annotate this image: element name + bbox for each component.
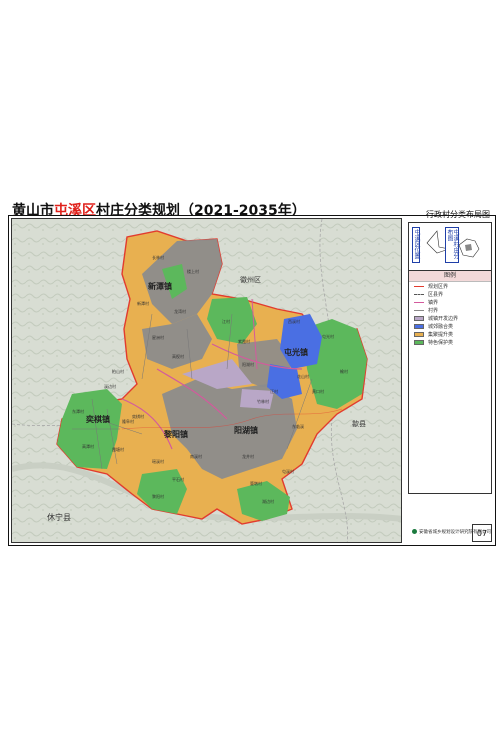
village-label: 篁墩村: [250, 481, 262, 486]
legend-item: 镇界: [414, 299, 491, 306]
legend-label: 集聚提升类: [428, 332, 454, 338]
village-label: 楼上村: [187, 269, 199, 274]
legend-label: 镇界: [428, 300, 439, 306]
legend-swatch: [414, 286, 424, 287]
region-label-southwest: 休宁县: [47, 513, 71, 522]
legend-swatch: [414, 324, 424, 329]
village-label: 星洲村: [152, 335, 164, 340]
village-label: 东临溪: [292, 424, 304, 429]
village-label: 长林村: [152, 255, 164, 260]
village-label: 东潭村: [72, 409, 84, 414]
legend-item: 集聚提升类: [414, 331, 491, 338]
village-label: 龙井村: [242, 454, 254, 459]
village-label: 屯光村: [322, 334, 334, 339]
legend-swatch: [414, 340, 424, 345]
village-label: 汪村: [270, 389, 278, 394]
village-label: 黎阳村: [152, 494, 164, 499]
village-label: 高枧村: [172, 354, 184, 359]
village-label: 瑶溪村: [152, 459, 164, 464]
village-label: 榆村: [340, 369, 348, 374]
location-label-b: 屯溪村庄分布图: [445, 227, 459, 263]
legend-item: 特色保护类: [414, 339, 491, 346]
legend-swatch: [414, 310, 424, 311]
legend-swatch: [414, 316, 424, 321]
map-panel[interactable]: 徽州区 歙县 休宁县 新潭镇 屯光镇 奕棋镇 黎阳镇 阳湖镇 长林村 楼上村 新…: [11, 218, 402, 543]
town-label-liyang: 黎阳镇: [164, 430, 188, 439]
legend-title: 图例: [409, 271, 491, 282]
village-label: 阳湖村: [242, 362, 254, 367]
legend-swatch: [414, 302, 424, 303]
legend-label: 特色保护类: [428, 340, 454, 346]
side-panel: 行政村分类布局图 屯溪区位置 屯溪村庄分布图 图例 规划区界 区县界 镇界 村界 城镇开…: [406, 210, 494, 543]
village-label: 南溪村: [190, 454, 202, 459]
legend-label: 规划区界: [428, 284, 449, 290]
village-label: 紫霞村: [238, 339, 250, 344]
village-label: 江村: [222, 319, 230, 324]
village-label: 湖边村: [262, 499, 274, 504]
town-label-tunguang: 屯光镇: [284, 348, 308, 357]
legend-item: 区县界: [414, 291, 491, 298]
legend-label: 城郊融合类: [428, 324, 454, 330]
village-label: 花山村: [297, 374, 309, 379]
legend-label: 村界: [428, 308, 439, 314]
legend-label: 区县界: [428, 292, 444, 298]
village-label: 高潭村: [82, 444, 94, 449]
village-label: 龙湾村: [174, 309, 186, 314]
region-label-east: 歙县: [352, 420, 366, 428]
village-label: 屯溪村: [282, 469, 294, 474]
town-label-yiqi: 奕棋镇: [86, 415, 110, 424]
village-label: 黄口村: [312, 389, 324, 394]
legend-label: 城镇开发边界: [428, 316, 459, 322]
village-label: 溪边村: [104, 384, 116, 389]
page-number: 07: [472, 524, 492, 542]
legend-item: 规划区界: [414, 283, 491, 290]
village-label: 霞塘村: [112, 447, 124, 452]
village-label: 平石村: [172, 477, 184, 482]
legend-item: 村界: [414, 307, 491, 314]
region-label-north: 徽州区: [240, 276, 261, 284]
legend-swatch: [414, 294, 424, 295]
village-label: 新潭村: [137, 301, 149, 306]
legend-list: 规划区界区县界镇界村界城镇开发边界 城郊融合类集聚提升类特色保护类: [409, 283, 491, 346]
legend-item: 城镇开发边界: [414, 315, 491, 322]
village-label: 柏山村: [112, 369, 124, 374]
legend: 图例 规划区界区县界镇界村界城镇开发边界 城郊融合类集聚提升类特色保护类: [408, 270, 492, 494]
legend-item: 城郊融合类: [414, 323, 491, 330]
company-logo-icon: [412, 529, 417, 534]
town-label-xintan: 新潭镇: [148, 282, 172, 291]
town-label-yanghu: 阳湖镇: [234, 426, 258, 435]
district-map: [12, 219, 401, 542]
village-label: 西溪村: [288, 319, 300, 324]
legend-swatch: [414, 332, 424, 337]
map-subtitle: 行政村分类布局图: [426, 210, 490, 219]
village-label: 奕棋村: [132, 414, 144, 419]
village-label: 竹林村: [257, 399, 269, 404]
